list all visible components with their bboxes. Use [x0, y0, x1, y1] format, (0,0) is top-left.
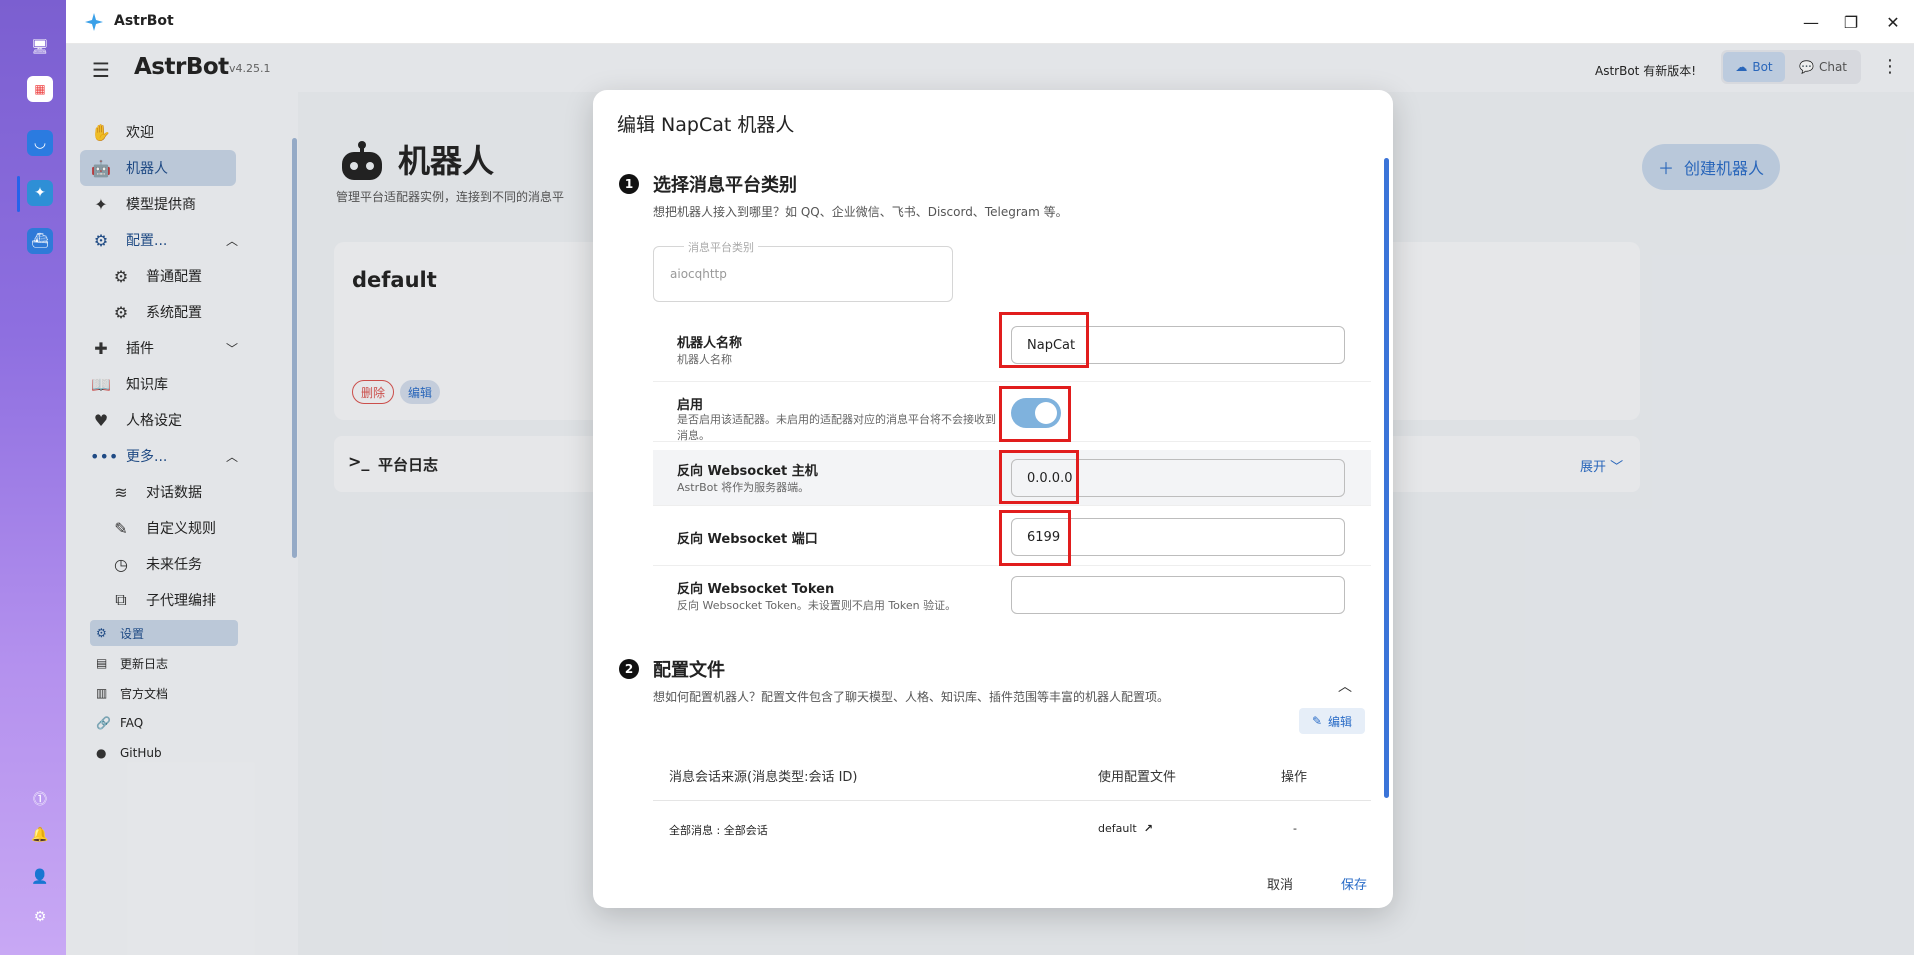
field-row-ws-port: 反向 Websocket 端口 6199 [653, 508, 1371, 566]
step-2-badge: 2 [619, 659, 639, 679]
config-link-label: default [1098, 822, 1137, 835]
field-desc: 是否启用该适配器。未启用的适配器对应的消息平台将不会接收到消息。 [677, 413, 996, 442]
platform-type-value: aiocqhttp [670, 267, 727, 281]
highlight-box [999, 312, 1089, 368]
platform-type-legend: 消息平台类别 [684, 239, 758, 255]
edit-bot-dialog: 编辑 NapCat 机器人 1 选择消息平台类别 想把机器人接入到哪里？如 QQ… [593, 90, 1393, 908]
table-cell-source: 全部消息 : 全部会话 [669, 824, 768, 837]
store-icon[interactable]: ◡ [27, 130, 53, 156]
ws-token-input[interactable] [1011, 576, 1345, 614]
step-1-badge: 1 [619, 174, 639, 194]
maximize-button[interactable]: ❐ [1838, 10, 1864, 34]
os-dock: 🖥 ▦ ◡ ✦ ⛴ ⓵ 🔔 👤 ⚙ [0, 0, 66, 955]
step-1-desc: 想把机器人接入到哪里？如 QQ、企业微信、飞书、Discord、Telegram… [653, 205, 1068, 219]
minimize-button[interactable]: — [1798, 10, 1824, 34]
step-2-desc: 想如何配置机器人？配置文件包含了聊天模型、人格、知识库、插件范围等丰富的机器人配… [653, 690, 1170, 704]
docker-icon[interactable]: ⛴ [27, 228, 53, 254]
config-edit-button[interactable]: ✎ 编辑 [1299, 708, 1365, 734]
desktop-icon[interactable]: 🖥 [27, 34, 53, 60]
platform-type-select[interactable]: 消息平台类别 aiocqhttp [653, 239, 953, 302]
bell-icon[interactable]: 🔔 [27, 822, 53, 848]
config-edit-label: 编辑 [1328, 714, 1353, 729]
field-row-enable: 启用 是否启用该适配器。未启用的适配器对应的消息平台将不会接收到消息。 [653, 382, 1371, 442]
field-label: 反向 Websocket 端口 [677, 532, 818, 547]
field-label: 启用 [677, 398, 704, 413]
open-external-icon: ↗ [1143, 822, 1153, 835]
highlight-box [999, 510, 1071, 566]
table-header-action: 操作 [1281, 770, 1308, 785]
table-cell-config[interactable]: default ↗ [1098, 822, 1153, 835]
table-divider [653, 800, 1371, 801]
apps-grid-icon[interactable]: ▦ [27, 76, 53, 102]
chevron-up-icon[interactable]: ︿ [1338, 676, 1352, 696]
field-desc: AstrBot 将作为服务器端。 [677, 481, 810, 494]
dialog-scrollbar[interactable] [1384, 158, 1389, 798]
field-desc: 反向 Websocket Token。未设置则不启用 Token 验证。 [677, 599, 957, 612]
step-1-title: 选择消息平台类别 [653, 175, 797, 196]
translate-icon[interactable]: ⓵ [27, 786, 53, 812]
astrbot-logo-icon [85, 13, 103, 31]
window-titlebar: AstrBot — ❐ ✕ [66, 0, 1914, 44]
field-label: 机器人名称 [677, 336, 743, 351]
settings-icon[interactable]: ⚙ [27, 904, 53, 930]
table-header-source: 消息会话来源(消息类型:会话 ID) [669, 770, 858, 785]
field-label: 反向 Websocket 主机 [677, 464, 818, 479]
step-2-title: 配置文件 [653, 660, 725, 681]
field-row-ws-host: 反向 Websocket 主机 AstrBot 将作为服务器端。 0.0.0.0 [653, 450, 1371, 506]
astrbot-dock-icon[interactable]: ✦ [27, 180, 53, 206]
close-button[interactable]: ✕ [1880, 10, 1906, 34]
field-row-name: 机器人名称 机器人名称 NapCat [653, 312, 1371, 382]
save-button[interactable]: 保存 [1341, 874, 1367, 893]
window-title: AstrBot [114, 13, 174, 29]
table-header-config: 使用配置文件 [1098, 770, 1177, 785]
field-row-ws-token: 反向 Websocket Token 反向 Websocket Token。未设… [653, 566, 1371, 628]
pencil-icon: ✎ [1311, 714, 1323, 728]
dock-active-indicator [17, 176, 20, 212]
field-desc: 机器人名称 [677, 353, 732, 366]
field-label: 反向 Websocket Token [677, 582, 835, 597]
highlight-box [999, 450, 1079, 504]
table-cell-action: - [1293, 822, 1297, 835]
highlight-box [999, 386, 1071, 442]
cancel-button[interactable]: 取消 [1267, 874, 1293, 893]
user-icon[interactable]: 👤 [27, 864, 53, 890]
dialog-title: 编辑 NapCat 机器人 [617, 114, 795, 136]
